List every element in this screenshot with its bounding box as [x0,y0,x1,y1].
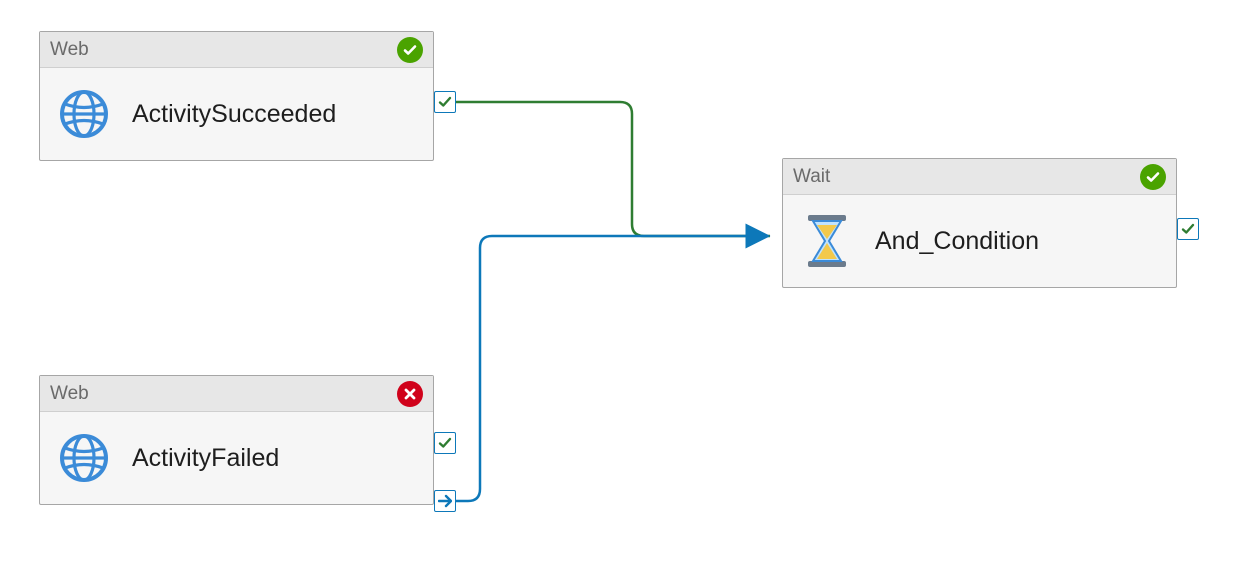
status-fail-icon [397,381,423,407]
node-name: ActivitySucceeded [132,100,336,129]
node-name: And_Condition [875,227,1039,256]
node-body: And_Condition [783,195,1176,287]
activity-node-failed[interactable]: Web ActivityFailed [39,375,434,505]
globe-icon [58,88,110,140]
node-type-label: Web [50,39,397,61]
globe-icon [58,432,110,484]
edge-success [456,102,770,236]
node-body: ActivityFailed [40,412,433,504]
connector-success[interactable] [434,91,456,113]
status-success-icon [397,37,423,63]
node-body: ActivitySucceeded [40,68,433,160]
node-type-label: Wait [793,166,1140,188]
edge-completion [456,236,768,501]
hourglass-icon [801,215,853,267]
node-type-label: Web [50,383,397,405]
node-header: Web [40,376,433,412]
pipeline-canvas[interactable]: Web ActivitySucceeded Web [0,0,1245,568]
connector-completion[interactable] [434,490,456,512]
node-header: Wait [783,159,1176,195]
connector-success[interactable] [1177,218,1199,240]
node-header: Web [40,32,433,68]
node-name: ActivityFailed [132,444,279,473]
activity-node-and-condition[interactable]: Wait And_Condition [782,158,1177,288]
connector-success[interactable] [434,432,456,454]
activity-node-succeeded[interactable]: Web ActivitySucceeded [39,31,434,161]
status-success-icon [1140,164,1166,190]
